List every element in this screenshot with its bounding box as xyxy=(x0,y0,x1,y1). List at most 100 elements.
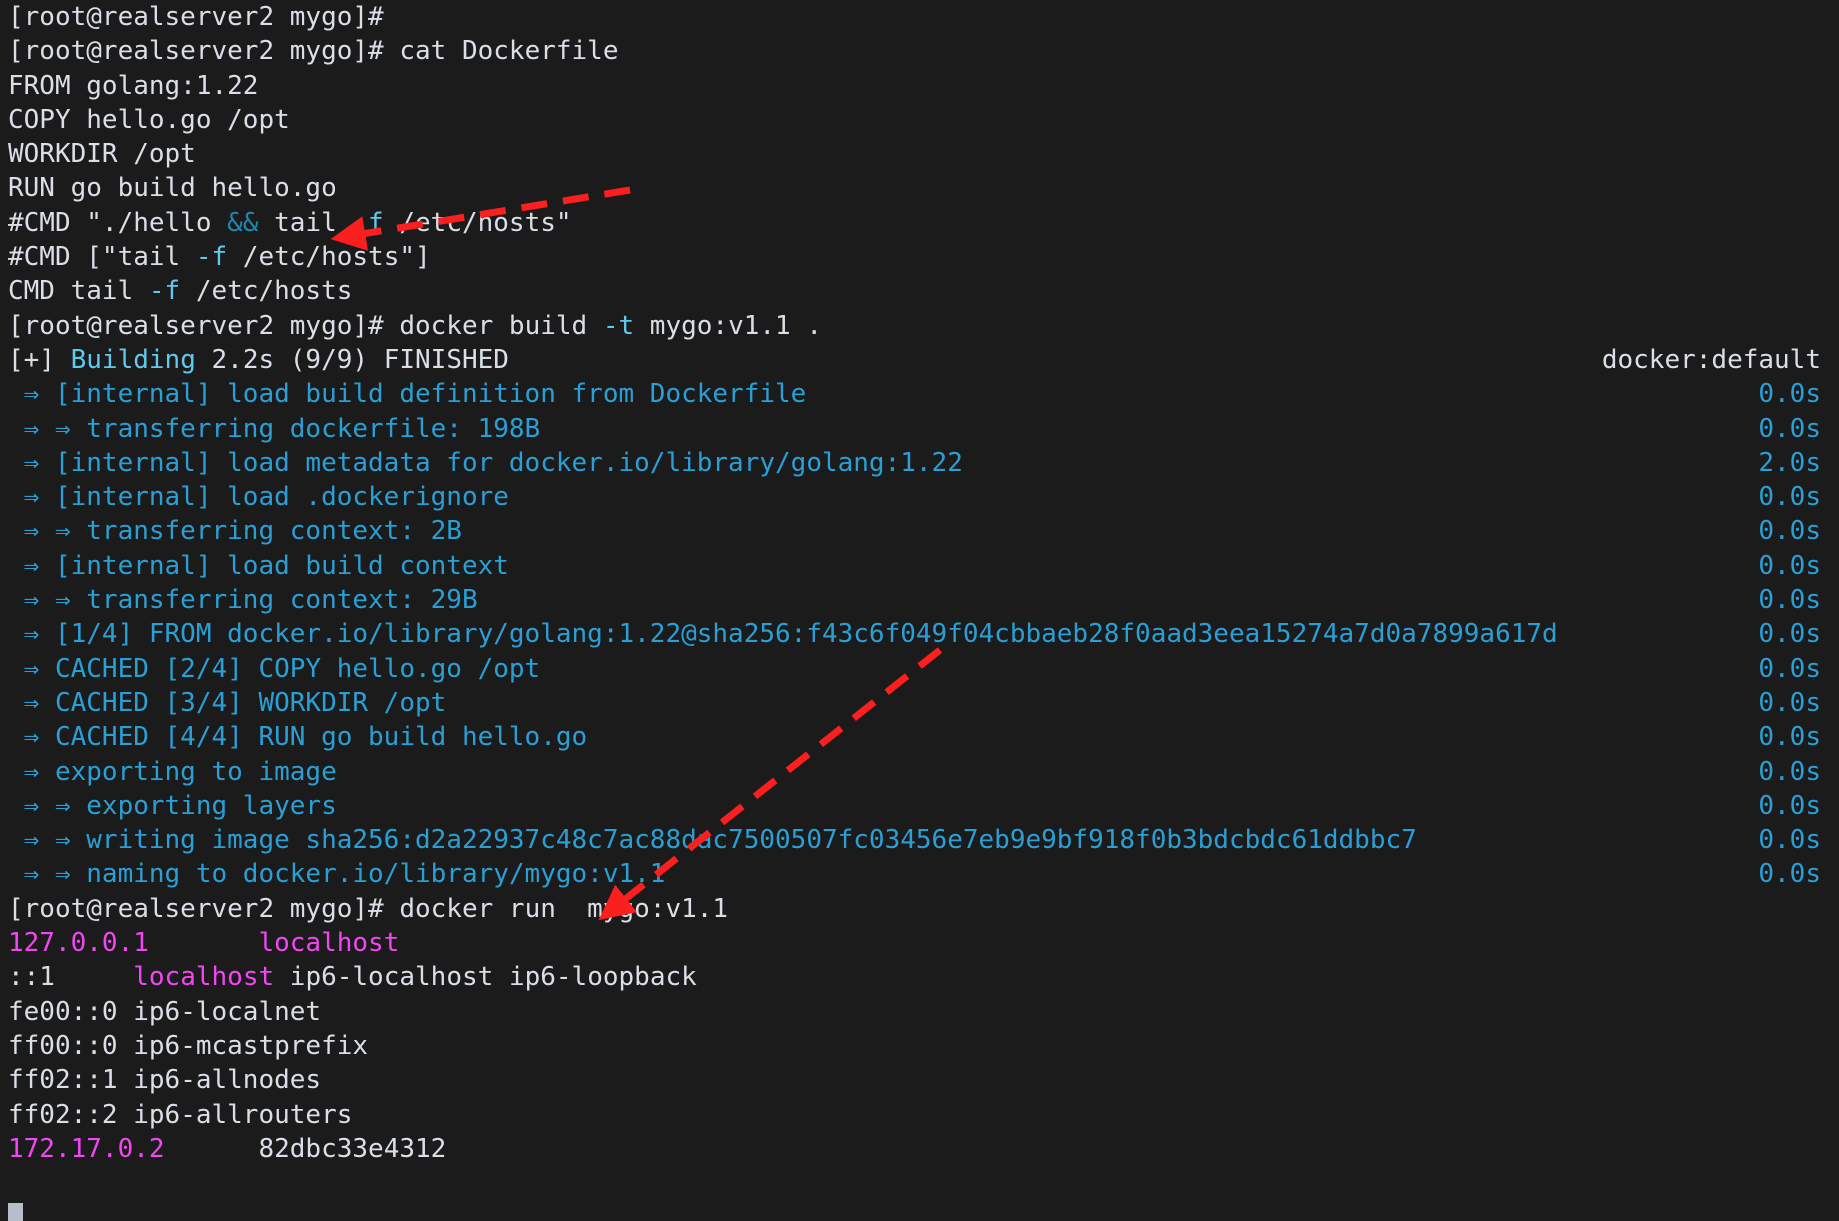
dockerfile-line-run: RUN go build hello.go xyxy=(8,171,1839,205)
build-step-text: ⇒ exporting to image xyxy=(8,756,337,787)
build-step-row: ⇒ ⇒ transferring context: 2B 0.0s xyxy=(8,514,1839,548)
build-step-row: ⇒ ⇒ writing image sha256:d2a22937c48c7ac… xyxy=(8,823,1839,857)
flag-f-2: -f xyxy=(195,242,228,273)
build-step-text: ⇒ CACHED [4/4] RUN go build hello.go xyxy=(8,722,588,753)
terminal-line-docker-build-command: [root@realserver2 mygo]# docker build -t… xyxy=(8,309,1839,343)
build-step-text: ⇒ CACHED [3/4] WORKDIR /opt xyxy=(8,687,447,718)
ampersand-operator: && xyxy=(227,207,259,238)
hosts-entry-address: ::1 xyxy=(8,962,55,993)
build-step-duration: 0.0s xyxy=(1758,550,1821,581)
dockerfile-cmd1-part2: tail xyxy=(258,207,353,238)
build-step-duration: 0.0s xyxy=(1758,790,1821,821)
build-step-text: ⇒ [internal] load build definition from … xyxy=(8,379,807,410)
dockerfile-cmd3-part1: CMD tail xyxy=(8,276,149,307)
hosts-entry-line: ff02::2 ip6-allrouters xyxy=(8,1098,1839,1132)
dockerfile-cmd3-part2: /etc/hosts xyxy=(180,276,353,307)
hosts-entry-address: fe00::0 xyxy=(8,996,118,1027)
build-step-row: ⇒ CACHED [4/4] RUN go build hello.go 0.0s xyxy=(8,720,1839,754)
build-step-list: ⇒ [internal] load build definition from … xyxy=(8,377,1839,891)
build-step-duration: 0.0s xyxy=(1758,653,1821,684)
dockerfile-line-from: FROM golang:1.22 xyxy=(8,69,1839,103)
build-step-text: ⇒ ⇒ transferring context: 29B xyxy=(8,585,478,616)
hosts-entry-address: ff02::1 xyxy=(8,1065,118,1096)
shell-prompt: [root@realserver2 mygo]# xyxy=(8,893,384,924)
dockerfile-line-workdir: WORKDIR /opt xyxy=(8,137,1839,171)
hosts-entry-hostname: ip6-mcastprefix xyxy=(133,1030,369,1061)
build-step-duration: 0.0s xyxy=(1758,722,1821,753)
hosts-entry-gap xyxy=(55,962,133,992)
build-driver-label: docker:default xyxy=(1601,344,1821,375)
build-step-text: ⇒ [1/4] FROM docker.io/library/golang:1.… xyxy=(8,619,1558,650)
hosts-entry-hostname: localhost xyxy=(133,962,275,993)
dockerfile-from-text: FROM golang:1.22 xyxy=(8,70,259,101)
dockerfile-cmd1-part3: /etc/hosts" xyxy=(383,207,572,238)
build-header-bracket: [+] xyxy=(8,344,71,375)
hosts-entry-hostname: ip6-allrouters xyxy=(133,1099,353,1130)
build-step-text: ⇒ ⇒ exporting layers xyxy=(8,790,337,821)
hosts-entry-gap xyxy=(118,1100,134,1130)
hosts-entry-address: ff00::0 xyxy=(8,1030,118,1061)
build-step-duration: 0.0s xyxy=(1758,619,1821,650)
build-step-duration: 2.0s xyxy=(1758,447,1821,478)
docker-build-text-2: mygo:v1.1 . xyxy=(634,310,822,341)
build-step-duration: 0.0s xyxy=(1758,756,1821,787)
build-step-text: ⇒ [internal] load build context xyxy=(8,550,509,581)
text-cursor[interactable] xyxy=(8,1202,23,1221)
hosts-entry-address: 172.17.0.2 xyxy=(8,1133,165,1164)
shell-prompt: [root@realserver2 mygo]# xyxy=(8,36,384,67)
dockerfile-line-cmd-commented-1: #CMD "./hello && tail -f /etc/hosts" xyxy=(8,206,1839,240)
build-step-text: ⇒ ⇒ naming to docker.io/library/mygo:v1.… xyxy=(8,859,666,890)
hosts-entry-line: ff00::0 ip6-mcastprefix xyxy=(8,1029,1839,1063)
dockerfile-run-text: RUN go build hello.go xyxy=(8,173,337,204)
dockerfile-cmd1-part1: #CMD "./hello xyxy=(8,207,228,238)
build-step-row: ⇒ ⇒ exporting layers 0.0s xyxy=(8,789,1839,823)
hosts-entry-gap xyxy=(118,997,134,1027)
build-step-row: ⇒ [internal] load build definition from … xyxy=(8,377,1839,411)
shell-prompt: [root@realserver2 mygo]# xyxy=(8,2,384,32)
terminal-line-prompt-1: [root@realserver2 mygo]# xyxy=(8,0,1839,34)
build-step-row: ⇒ ⇒ naming to docker.io/library/mygo:v1.… xyxy=(8,857,1839,891)
hosts-entry-line: 172.17.0.2 82dbc33e4312 xyxy=(8,1132,1839,1166)
hosts-entry-line: fe00::0 ip6-localnet xyxy=(8,995,1839,1029)
terminal-window[interactable]: [root@realserver2 mygo]# [root@realserve… xyxy=(0,0,1839,1221)
dockerfile-line-cmd-active: CMD tail -f /etc/hosts xyxy=(8,274,1839,308)
hosts-entry-hostname: localhost xyxy=(258,928,400,959)
build-step-text: ⇒ [internal] load metadata for docker.io… xyxy=(8,447,963,478)
terminal-line-cat-command: [root@realserver2 mygo]# cat Dockerfile xyxy=(8,34,1839,68)
build-step-duration: 0.0s xyxy=(1758,413,1821,444)
hosts-entry-gap xyxy=(118,1031,134,1061)
build-step-row: ⇒ CACHED [3/4] WORKDIR /opt 0.0s xyxy=(8,686,1839,720)
hosts-entry-hostname: 82dbc33e4312 xyxy=(258,1133,447,1164)
dockerfile-cmd2-part2: /etc/hosts"] xyxy=(227,242,431,273)
build-step-duration: 0.0s xyxy=(1758,379,1821,410)
terminal-cursor-line xyxy=(8,1200,1839,1221)
build-step-text: ⇒ [internal] load .dockerignore xyxy=(8,482,509,513)
hosts-entry-gap xyxy=(165,1134,259,1164)
hosts-entry-line: ::1 localhost ip6-localhost ip6-loopback xyxy=(8,960,1839,994)
hosts-entry-hostname: ip6-localnet xyxy=(133,996,322,1027)
hosts-entry-address: ff02::2 xyxy=(8,1099,118,1130)
build-step-row: ⇒ [internal] load metadata for docker.io… xyxy=(8,446,1839,480)
build-step-row: ⇒ CACHED [2/4] COPY hello.go /opt 0.0s xyxy=(8,652,1839,686)
command-text: cat Dockerfile xyxy=(383,36,619,67)
dockerfile-cmd2-part1: #CMD ["tail xyxy=(8,242,196,273)
build-step-duration: 0.0s xyxy=(1758,482,1821,513)
build-header-body: [+] Building 2.2s (9/9) FINISHED xyxy=(8,343,509,377)
build-step-row: ⇒ ⇒ transferring context: 29B 0.0s xyxy=(8,583,1839,617)
flag-f-1: -f xyxy=(352,207,384,238)
build-step-duration: 0.0s xyxy=(1758,585,1821,616)
hosts-entry-line: 127.0.0.1 localhost xyxy=(8,926,1839,960)
hosts-file-output: 127.0.0.1 localhost::1 localhost ip6-loc… xyxy=(8,926,1839,1166)
dockerfile-copy-text: COPY hello.go /opt xyxy=(8,104,290,135)
flag-t: -t xyxy=(602,310,635,341)
build-step-text: ⇒ CACHED [2/4] COPY hello.go /opt xyxy=(8,653,541,684)
hosts-entry-address: 127.0.0.1 xyxy=(8,928,149,959)
build-step-row: ⇒ [internal] load .dockerignore 0.0s xyxy=(8,480,1839,514)
flag-f-3: -f xyxy=(148,276,181,307)
build-header-status: 2.2s (9/9) FINISHED xyxy=(195,344,509,375)
build-step-text: ⇒ ⇒ writing image sha256:d2a22937c48c7ac… xyxy=(8,825,1417,856)
shell-prompt: [root@realserver2 mygo]# xyxy=(8,310,384,341)
build-step-row: ⇒ ⇒ transferring dockerfile: 198B 0.0s xyxy=(8,412,1839,446)
hosts-entry-line: ff02::1 ip6-allnodes xyxy=(8,1063,1839,1097)
